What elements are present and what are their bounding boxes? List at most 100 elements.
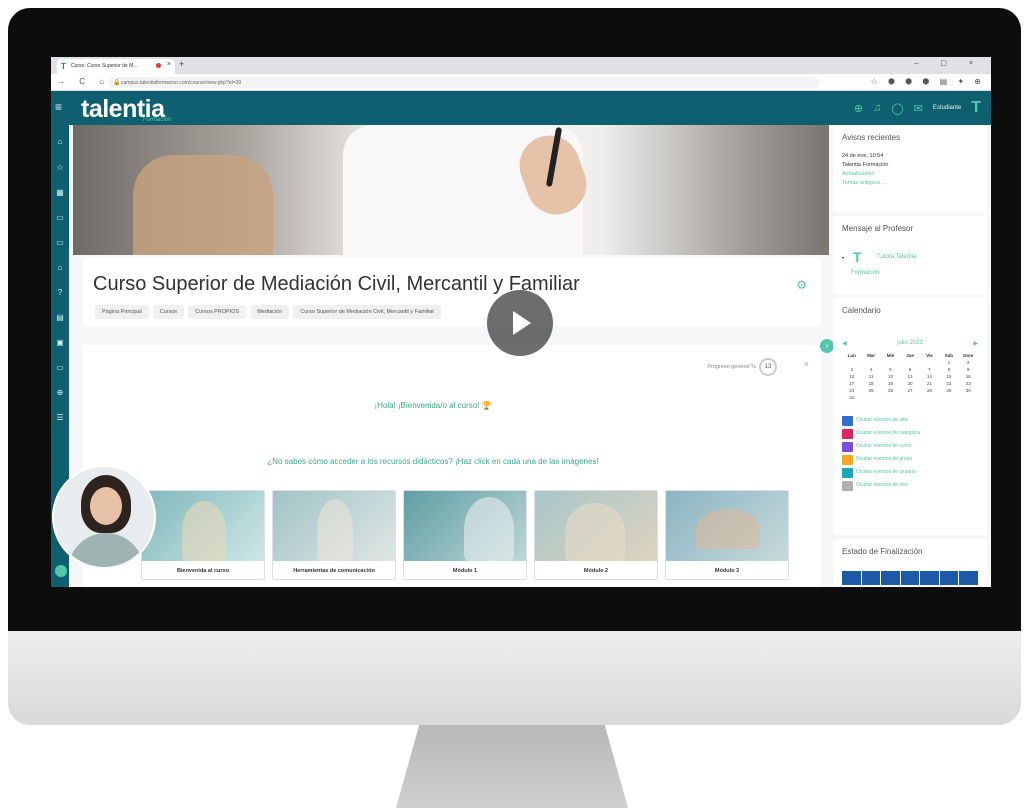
prev-month-icon[interactable]: ◀ bbox=[842, 340, 847, 347]
calendar-date[interactable]: 25 bbox=[861, 388, 880, 393]
recording-icon bbox=[156, 63, 161, 68]
event-filter-item[interactable]: Ocultar eventos de categoría bbox=[842, 429, 982, 439]
announcements-block: Avisos recientes 24 de ene, 10:54 Talent… bbox=[833, 125, 987, 212]
globe-icon[interactable]: ⊕ bbox=[55, 388, 65, 398]
event-filter-item[interactable]: Ocultar eventos de otro bbox=[842, 481, 982, 491]
tutor-link[interactable]: Tutora Talentia bbox=[877, 254, 916, 260]
chat-icon[interactable]: ◯ bbox=[891, 102, 903, 115]
calendar-date[interactable]: 12 bbox=[881, 374, 900, 379]
calendar-date[interactable]: 21 bbox=[920, 381, 939, 386]
tile-herramientas[interactable]: Herramientas de comunicación bbox=[272, 490, 396, 580]
url-field[interactable]: 🔒 campus.talentiaformacion.com/course/vi… bbox=[109, 77, 819, 88]
calendar-date[interactable]: 15 bbox=[939, 374, 958, 379]
event-filter-item[interactable]: Ocultar eventos de grupo bbox=[842, 455, 982, 465]
calendar-date[interactable]: 6 bbox=[900, 367, 919, 372]
calendar-date[interactable]: 10 bbox=[842, 374, 861, 379]
book-icon[interactable]: ▣ bbox=[55, 338, 65, 348]
user-menu-label[interactable]: Estudiante bbox=[933, 105, 961, 111]
calendar-date bbox=[920, 360, 939, 365]
browser-tab[interactable]: T Curso: Curso Superior de M... × bbox=[57, 59, 175, 74]
tile-modulo-2[interactable]: Módulo 2 bbox=[534, 490, 658, 580]
webcam-toggle-icon[interactable] bbox=[55, 565, 67, 577]
mail-icon[interactable]: ✉ bbox=[914, 102, 923, 115]
user-avatar[interactable]: T bbox=[971, 99, 981, 117]
hero-figure bbox=[133, 155, 273, 255]
next-month-icon[interactable]: ▶ bbox=[973, 340, 978, 347]
completion-bar[interactable] bbox=[842, 571, 979, 585]
event-filter-item[interactable]: Ocultar eventos de usuario bbox=[842, 468, 982, 478]
calendar-date[interactable]: 5 bbox=[881, 367, 900, 372]
calendar-date[interactable]: 20 bbox=[900, 381, 919, 386]
extension-icons[interactable]: ☆ ⬢ ⬢ ⬢ ▤ ✦ ⊕ bbox=[871, 77, 985, 86]
new-tab-button[interactable]: + bbox=[179, 59, 184, 69]
close-tab-icon[interactable]: × bbox=[167, 61, 171, 68]
help-icon[interactable]: ? bbox=[55, 288, 65, 298]
calendar-date[interactable]: 27 bbox=[900, 388, 919, 393]
calendar-day-header: Dom bbox=[963, 353, 974, 358]
calendar-date[interactable]: 26 bbox=[881, 388, 900, 393]
window-controls[interactable]: – ▢ × bbox=[915, 59, 983, 67]
calendar-date[interactable]: 14 bbox=[920, 374, 939, 379]
breadcrumb-item[interactable]: Curso Superior de Mediación Civil, Merca… bbox=[293, 305, 442, 319]
calendar-date[interactable]: 16 bbox=[959, 374, 978, 379]
completion-block: Estado de Finalización bbox=[833, 539, 987, 587]
calendar-date[interactable]: 23 bbox=[959, 381, 978, 386]
folder-icon[interactable]: ▭ bbox=[55, 213, 65, 223]
calendar-date[interactable]: 13 bbox=[900, 374, 919, 379]
event-filter-label: Ocultar eventos de sitio bbox=[856, 417, 909, 423]
close-icon[interactable]: × bbox=[804, 359, 809, 369]
older-topics-link[interactable]: Temas antiguos ... bbox=[842, 180, 887, 186]
event-color-swatch bbox=[842, 429, 853, 439]
calendar-date[interactable]: 9 bbox=[959, 367, 978, 372]
graduation-icon[interactable]: ⌂ bbox=[55, 263, 65, 273]
breadcrumb-item[interactable]: Cursos bbox=[152, 305, 185, 319]
calendar-date[interactable]: 3 bbox=[842, 367, 861, 372]
announcement-link[interactable]: Actualización bbox=[842, 171, 874, 177]
calendar-date[interactable]: 1 bbox=[939, 360, 958, 365]
breadcrumb-item[interactable]: Mediación bbox=[250, 305, 290, 319]
calendar-date bbox=[881, 360, 900, 365]
hamburger-icon[interactable]: ≡ bbox=[55, 100, 62, 114]
menu-icon[interactable]: ☰ bbox=[55, 413, 65, 423]
calendar-date[interactable]: 18 bbox=[861, 381, 880, 386]
calendar-date[interactable]: 24 bbox=[842, 388, 861, 393]
calendar-date[interactable]: 2 bbox=[959, 360, 978, 365]
calendar-date[interactable]: 28 bbox=[920, 388, 939, 393]
top-navbar: ≡ talentia Formación ⊕ ♫ ◯ ✉ Estudiante … bbox=[51, 91, 991, 125]
calendar-month: julio 2023 bbox=[897, 340, 923, 346]
calendar-date[interactable]: 7 bbox=[920, 367, 939, 372]
tile-bienvenida[interactable]: Bienvenida al curso bbox=[141, 490, 265, 580]
calendar-date[interactable]: 30 bbox=[959, 388, 978, 393]
calendar-date[interactable]: 17 bbox=[842, 381, 861, 386]
tile-label: Módulo 1 bbox=[452, 568, 478, 574]
globe-icon[interactable]: ⊕ bbox=[854, 102, 863, 115]
folder-icon[interactable]: ▭ bbox=[55, 238, 65, 248]
star-icon[interactable]: ☆ bbox=[55, 163, 65, 173]
event-filter-item[interactable]: Ocultar eventos de curso bbox=[842, 442, 982, 452]
video-play-button[interactable] bbox=[487, 290, 553, 356]
gear-icon[interactable]: ⚙ bbox=[796, 278, 807, 292]
list-icon[interactable]: ▤ bbox=[55, 313, 65, 323]
calendar-icon[interactable]: ▦ bbox=[55, 188, 65, 198]
event-filter-item[interactable]: Ocultar eventos de sitio bbox=[842, 416, 982, 426]
tile-image bbox=[404, 491, 526, 561]
breadcrumb-item[interactable]: Página Principal bbox=[95, 305, 149, 319]
block-title: Avisos recientes bbox=[842, 133, 901, 142]
calendar-date[interactable]: 11 bbox=[861, 374, 880, 379]
breadcrumb-item[interactable]: Cursos PROPIOS bbox=[188, 305, 247, 319]
calendar-date[interactable]: 8 bbox=[939, 367, 958, 372]
calendar-date[interactable]: 29 bbox=[939, 388, 958, 393]
home-icon[interactable]: ⌂ bbox=[55, 137, 65, 147]
calendar-date[interactable]: 4 bbox=[861, 367, 880, 372]
calendar-date[interactable]: 22 bbox=[939, 381, 958, 386]
tile-modulo-3[interactable]: Módulo 3 bbox=[665, 490, 789, 580]
tutor-avatar: T bbox=[853, 249, 862, 265]
tutor-link-2[interactable]: Formación bbox=[851, 270, 879, 276]
calendar-date[interactable]: 19 bbox=[881, 381, 900, 386]
bell-icon[interactable]: ♫ bbox=[873, 102, 881, 114]
calendar-date[interactable]: 31 bbox=[842, 395, 861, 400]
chevron-right-icon[interactable]: › bbox=[820, 339, 834, 353]
nav-buttons[interactable]: → C ⌂ bbox=[57, 77, 110, 86]
tile-modulo-1[interactable]: Módulo 1 bbox=[403, 490, 527, 580]
folder-icon[interactable]: ▭ bbox=[55, 363, 65, 373]
